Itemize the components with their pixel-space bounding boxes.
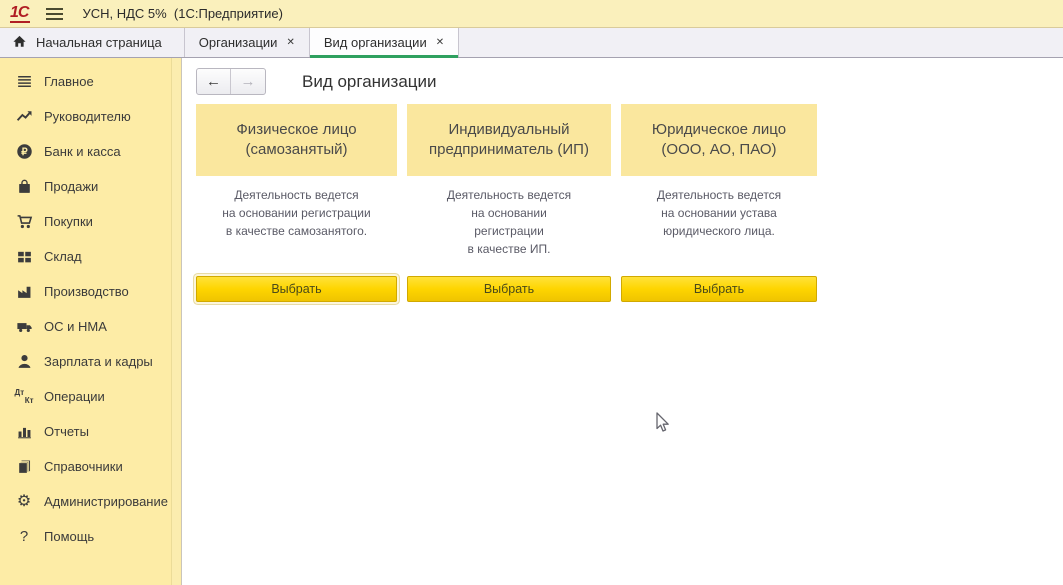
sidebar-item-help[interactable]: ? Помощь [0,519,181,554]
sidebar-item-administration[interactable]: ⚙ Администрирование [0,484,181,519]
sidebar-item-manager[interactable]: Руководителю [0,99,181,134]
tab-bar: Начальная страница Организации ✕ Вид орг… [0,28,1063,58]
card-description: Деятельность ведется на основании регист… [407,186,611,266]
books-icon [13,458,35,475]
select-button-entrepreneur[interactable]: Выбрать [407,276,611,302]
sidebar-item-bank-cash[interactable]: ₽ Банк и касса [0,134,181,169]
svg-text:₽: ₽ [21,147,28,158]
sidebar-item-label: Администрирование [44,494,168,509]
sidebar-item-operations[interactable]: ДтКт Операции [0,379,181,414]
home-icon [12,34,27,52]
card-title: Индивидуальный предприниматель (ИП) [407,104,611,176]
tab-organization-type[interactable]: Вид организации ✕ [310,28,459,57]
tab-label: Начальная страница [36,35,162,50]
sidebar: Главное Руководителю ₽ Банк и касса Прод… [0,58,182,585]
sidebar-item-label: Операции [44,389,105,404]
sidebar-item-sales[interactable]: Продажи [0,169,181,204]
close-icon[interactable]: ✕ [286,37,294,48]
sidebar-item-salary-hr[interactable]: Зарплата и кадры [0,344,181,379]
sidebar-item-production[interactable]: Производство [0,274,181,309]
back-button[interactable]: ← [197,69,231,94]
sidebar-item-directories[interactable]: Справочники [0,449,181,484]
window-titlebar: 1С УСН, НДС 5% (1С:Предприятие) [0,0,1063,28]
navigation-row: ← → Вид организации [196,68,1063,95]
sidebar-item-label: Продажи [44,179,98,194]
question-icon: ? [13,529,35,544]
tab-label: Организации [199,35,278,50]
card-title: Физическое лицо (самозанятый) [196,104,397,176]
select-button-legal-entity[interactable]: Выбрать [621,276,817,302]
factory-icon [13,283,35,300]
person-icon [13,353,35,370]
sidebar-item-label: Руководителю [44,109,131,124]
main-content: ← → Вид организации Физическое лицо (сам… [183,58,1063,585]
ruble-circle-icon: ₽ [13,143,35,160]
window-title: УСН, НДС 5% (1С:Предприятие) [82,6,282,21]
organization-type-cards: Физическое лицо (самозанятый) Деятельнос… [196,104,1063,302]
sidebar-item-label: Помощь [44,529,94,544]
card-individual-self-employed: Физическое лицо (самозанятый) Деятельнос… [196,104,397,302]
shopping-bag-icon [13,178,35,195]
sidebar-item-label: Склад [44,249,82,264]
forward-button[interactable]: → [231,69,265,94]
tab-home-page[interactable]: Начальная страница [0,28,185,57]
close-icon[interactable]: ✕ [436,37,444,48]
page-title: Вид организации [302,72,437,92]
warehouse-grid-icon [13,248,35,265]
tab-label: Вид организации [324,35,427,50]
sidebar-item-label: Главное [44,74,94,89]
shopping-cart-icon [13,213,35,230]
card-title: Юридическое лицо (ООО, АО, ПАО) [621,104,817,176]
tab-organizations[interactable]: Организации ✕ [185,28,310,57]
history-nav-group: ← → [196,68,266,95]
card-description: Деятельность ведется на основании устава… [621,186,817,266]
select-button-self-employed[interactable]: Выбрать [196,276,397,302]
sidebar-item-label: Отчеты [44,424,89,439]
sidebar-item-reports[interactable]: Отчеты [0,414,181,449]
card-individual-entrepreneur: Индивидуальный предприниматель (ИП) Деят… [407,104,611,302]
sidebar-item-label: ОС и НМА [44,319,107,334]
sidebar-item-label: Производство [44,284,129,299]
1c-logo-icon: 1С [10,4,30,24]
card-legal-entity: Юридическое лицо (ООО, АО, ПАО) Деятельн… [621,104,817,302]
sidebar-item-fixed-assets[interactable]: ОС и НМА [0,309,181,344]
sidebar-item-main[interactable]: Главное [0,64,181,99]
gear-icon: ⚙ [13,494,35,510]
bar-chart-icon [13,423,35,440]
trend-up-icon [13,108,35,125]
debit-credit-icon: ДтКт [13,388,35,406]
sidebar-item-label: Покупки [44,214,93,229]
sidebar-item-purchases[interactable]: Покупки [0,204,181,239]
sidebar-item-label: Справочники [44,459,123,474]
sidebar-scrollbar[interactable] [171,58,180,585]
sidebar-item-label: Зарплата и кадры [44,354,153,369]
truck-icon [13,318,35,335]
main-menu-icon[interactable] [46,8,63,20]
sidebar-item-label: Банк и касса [44,144,121,159]
menu-lines-icon [13,73,35,90]
card-description: Деятельность ведется на основании регист… [196,186,397,266]
sidebar-item-warehouse[interactable]: Склад [0,239,181,274]
